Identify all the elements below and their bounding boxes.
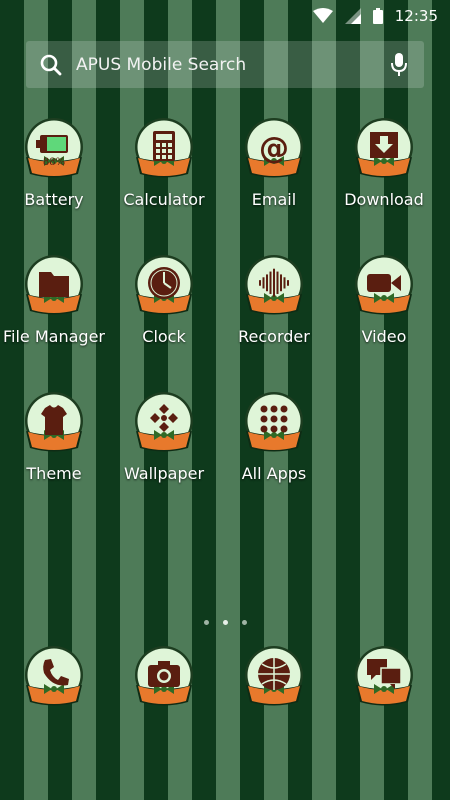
app-calculator[interactable]: Calculator	[109, 118, 219, 209]
app-icon-badge[interactable]	[23, 392, 85, 462]
page-dot[interactable]	[203, 620, 209, 625]
battery-percent-text: 88%	[43, 157, 65, 168]
search-bar[interactable]: APUS Mobile Search	[26, 41, 424, 88]
app-wallpaper[interactable]: Wallpaper	[109, 392, 219, 483]
page-indicator[interactable]	[0, 620, 450, 625]
browser-globe-icon	[258, 658, 290, 690]
app-label: Clock	[142, 327, 186, 346]
clock-icon	[148, 267, 180, 299]
app-label: Download	[344, 190, 424, 209]
dock-icon-badge[interactable]	[353, 646, 415, 716]
app-all-apps[interactable]: All Apps	[219, 392, 329, 483]
download-icon	[370, 132, 398, 158]
app-label: Wallpaper	[123, 464, 205, 483]
app-icon-badge[interactable]	[133, 255, 195, 325]
wifi-icon	[312, 8, 333, 24]
clock-time: 12:35	[394, 7, 438, 25]
app-label: Video	[361, 327, 407, 346]
email-icon: @	[259, 131, 289, 166]
app-icon-badge[interactable]	[243, 255, 305, 325]
dock-messages[interactable]	[329, 646, 439, 716]
app-icon-badge[interactable]	[133, 118, 195, 188]
search-icon[interactable]	[26, 54, 76, 76]
app-video[interactable]: Video	[329, 255, 439, 346]
app-label: Recorder	[238, 327, 310, 346]
dock-browser-globe[interactable]	[219, 646, 329, 716]
app-icon-badge[interactable]	[133, 392, 195, 462]
app-email[interactable]: @ Email	[219, 118, 329, 209]
app-theme[interactable]: Theme	[0, 392, 109, 483]
search-input[interactable]: APUS Mobile Search	[76, 55, 374, 75]
app-icon-badge[interactable]: @	[243, 118, 305, 188]
signal-icon	[344, 8, 361, 24]
svg-text:@: @	[259, 131, 289, 166]
page-dot[interactable]	[241, 620, 247, 625]
app-label: File Manager	[3, 327, 105, 346]
app-battery[interactable]: 88% Battery	[0, 118, 109, 209]
app-recorder[interactable]: Recorder	[219, 255, 329, 346]
app-label: Battery	[24, 190, 84, 209]
app-download[interactable]: Download	[329, 118, 439, 209]
page-dot-active[interactable]	[222, 620, 228, 625]
status-bar: 12:35	[0, 0, 450, 32]
app-icon-badge[interactable]	[353, 255, 415, 325]
calculator-icon	[153, 131, 175, 161]
dock-icon-badge[interactable]	[23, 646, 85, 716]
app-icon-badge[interactable]	[23, 255, 85, 325]
dock-phone[interactable]	[0, 646, 109, 716]
app-clock[interactable]: Clock	[109, 255, 219, 346]
app-label: Theme	[26, 464, 82, 483]
grid-icon	[260, 405, 288, 433]
dock-icon-badge[interactable]	[133, 646, 195, 716]
app-icon-badge[interactable]	[243, 392, 305, 462]
dock-icon-badge[interactable]	[243, 646, 305, 716]
app-label: Email	[251, 190, 297, 209]
app-icon-badge[interactable]: 88%	[23, 118, 85, 188]
app-icon-badge[interactable]	[353, 118, 415, 188]
app-label: Calculator	[123, 190, 205, 209]
dock-camera[interactable]	[109, 646, 219, 716]
app-file-manager[interactable]: File Manager	[0, 255, 109, 346]
battery-status-icon	[372, 8, 383, 24]
app-label: All Apps	[241, 464, 307, 483]
microphone-icon[interactable]	[374, 52, 424, 77]
